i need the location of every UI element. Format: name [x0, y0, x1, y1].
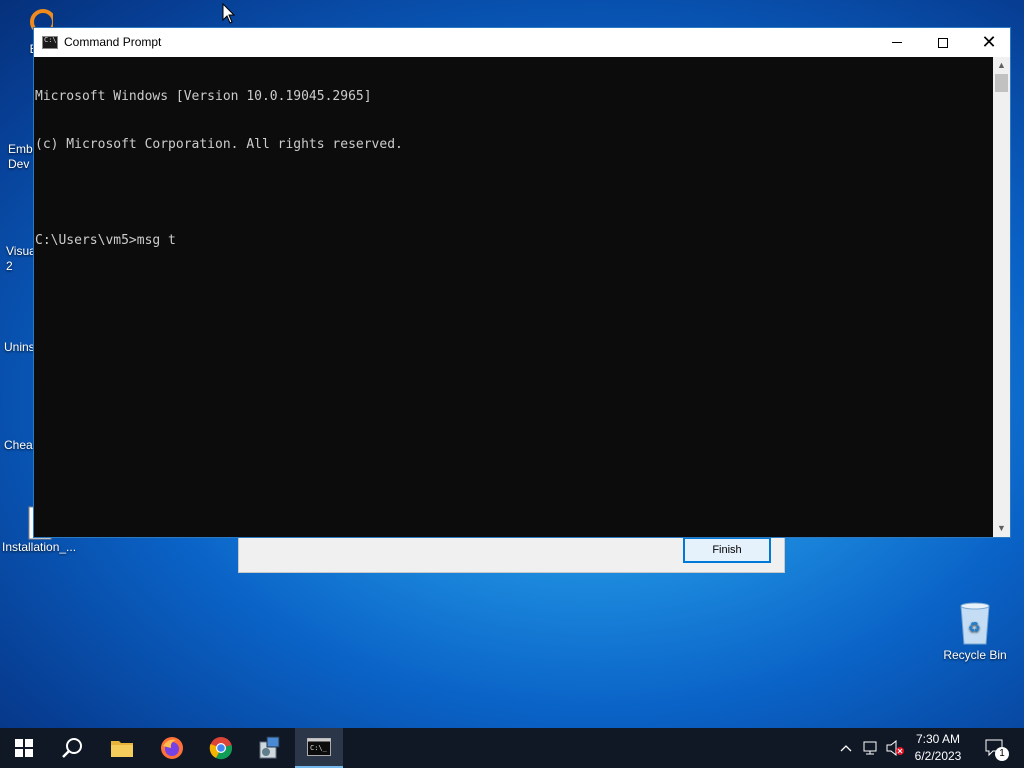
close-icon: ✕	[981, 31, 997, 53]
console-output[interactable]: Microsoft Windows [Version 10.0.19045.29…	[34, 57, 995, 537]
taskbar-command-prompt[interactable]: C:\_	[295, 728, 343, 768]
mouse-pointer-icon	[222, 3, 236, 24]
window-title: Command Prompt	[64, 35, 162, 49]
firefox-icon	[161, 737, 183, 759]
chevron-up-icon	[840, 745, 852, 752]
svg-text:C:\_: C:\_	[310, 744, 328, 752]
svg-text:♻: ♻	[968, 620, 981, 636]
title-bar[interactable]: Command Prompt ✕	[34, 28, 1010, 57]
volume-muted-icon	[886, 740, 904, 756]
minimize-icon	[892, 42, 902, 43]
maximize-button[interactable]	[920, 28, 966, 57]
action-center-button[interactable]: 1	[978, 728, 1012, 768]
taskbar-firefox[interactable]	[148, 728, 196, 768]
start-icon	[15, 739, 33, 757]
desktop-icon-label: Recycle Bin	[943, 648, 1007, 662]
minimize-button[interactable]	[874, 28, 920, 57]
vertical-scrollbar[interactable]: ▲ ▼	[993, 57, 1010, 537]
command-prompt-icon	[42, 36, 58, 49]
scroll-up-icon[interactable]: ▲	[993, 57, 1010, 74]
search-icon	[62, 738, 82, 758]
taskbar: C:\_ 7:30 AM 6/2/2023 1	[0, 728, 1024, 768]
command-prompt-window[interactable]: Command Prompt ✕ Microsoft Windows [Vers…	[33, 27, 1011, 538]
search-button[interactable]	[48, 728, 96, 768]
clock-date: 6/2/2023	[914, 749, 962, 763]
taskbar-chrome[interactable]	[197, 728, 245, 768]
volume-button[interactable]	[884, 728, 906, 768]
console-line: (c) Microsoft Corporation. All rights re…	[35, 137, 403, 152]
taskbar-file-explorer[interactable]	[98, 728, 146, 768]
scroll-thumb[interactable]	[995, 74, 1008, 92]
clock-time: 7:30 AM	[915, 732, 961, 746]
file-explorer-icon	[111, 741, 133, 757]
system-clock[interactable]: 7:30 AM 6/2/2023	[906, 731, 970, 765]
recycle-bin-icon: ♻	[955, 602, 995, 646]
network-button[interactable]	[860, 728, 882, 768]
command-prompt-icon: C:\_	[307, 738, 331, 756]
taskbar-installer[interactable]	[246, 728, 294, 768]
finish-button[interactable]: Finish	[683, 537, 771, 563]
notification-count-badge: 1	[995, 747, 1009, 761]
console-line: Microsoft Windows [Version 10.0.19045.29…	[35, 89, 372, 104]
show-hidden-icons-button[interactable]	[836, 728, 856, 768]
desktop-icon-recycle-bin[interactable]: ♻ Recycle Bin	[938, 602, 1012, 663]
scroll-down-icon[interactable]: ▼	[993, 520, 1010, 537]
maximize-icon	[938, 37, 948, 48]
installer-icon	[259, 736, 280, 759]
close-button[interactable]: ✕	[966, 28, 1012, 57]
network-icon	[863, 741, 877, 755]
start-button[interactable]	[0, 728, 48, 768]
console-prompt-line[interactable]: C:\Users\vm5>msg t	[35, 233, 995, 249]
desktop-icon-label: Installation_...	[2, 540, 77, 554]
chrome-icon	[209, 737, 232, 760]
